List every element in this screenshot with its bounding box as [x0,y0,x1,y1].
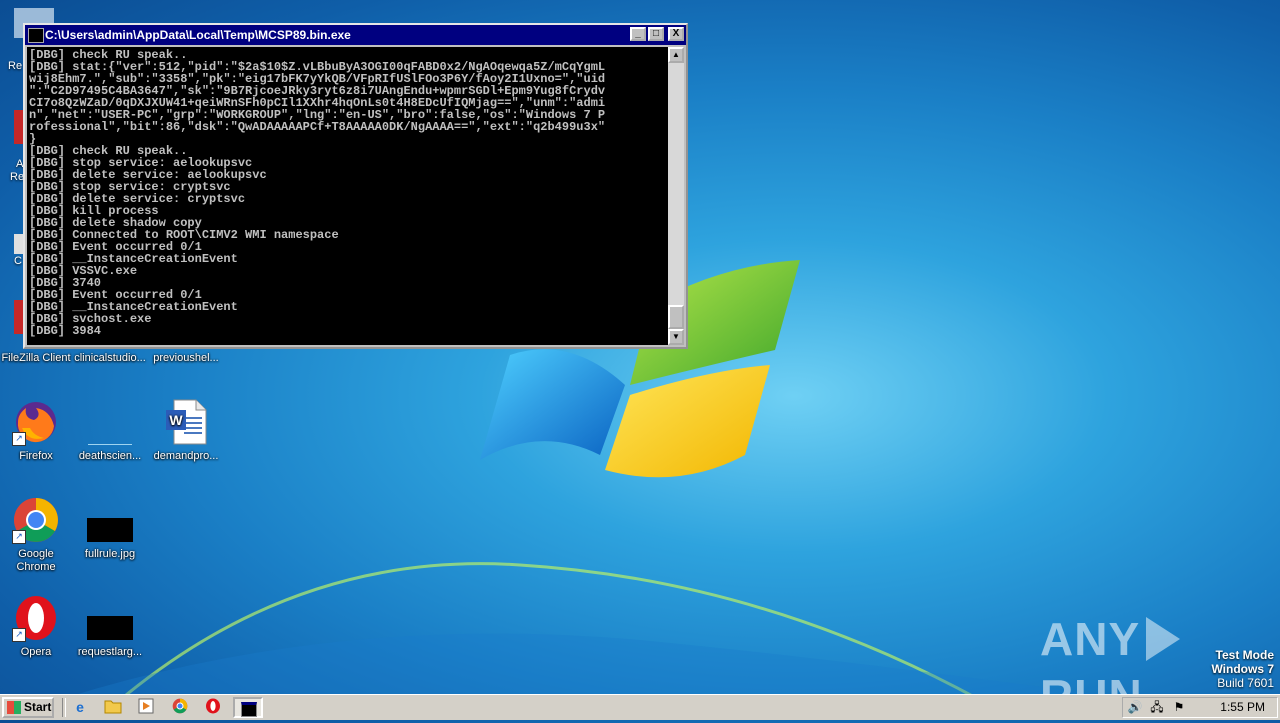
watermark-left: ANY [1040,613,1141,665]
chrome-taskbar-icon[interactable] [170,698,190,716]
ie-icon[interactable]: e [70,698,90,716]
system-tray: 🔊 🖧 ⚑ 1:55 PM [1122,697,1278,718]
icon-label: fullrule.jpg [84,548,136,560]
desktop-icon-chrome[interactable]: ↗ Google Chrome [0,496,72,574]
clock[interactable]: 1:55 PM [1220,698,1265,717]
icon-label: Opera [20,646,52,658]
icon-label: deathscien... [78,450,142,462]
console-line: [DBG] VSSVC.exe [29,264,138,278]
start-label: Start [24,700,52,714]
icon-label: previoushel... [153,352,219,364]
firefox-icon: ↗ [12,398,60,446]
partial-label: C [14,255,22,267]
partial-icon-column: Re A Re C [0,0,54,350]
taskbar: Start e 🔊 🖧 ⚑ 1:55 PM [0,694,1280,720]
minimize-button[interactable]: _ [630,27,646,41]
close-button[interactable]: X [668,27,684,41]
chrome-icon: ↗ [12,496,60,544]
scroll-thumb[interactable] [668,305,684,329]
icon-label: demandpro... [153,450,219,462]
icon-label: clinicalstudio... [74,352,146,364]
file-icon [86,398,134,446]
test-mode-line1: Test Mode [1215,648,1274,662]
start-button[interactable]: Start [2,697,54,718]
console-titlebar[interactable]: C:\Users\admin\AppData\Local\Temp\MCSP89… [25,25,686,45]
play-icon [1146,616,1181,661]
scroll-up-button[interactable]: ▲ [668,47,684,63]
console-window[interactable]: C:\Users\admin\AppData\Local\Temp\MCSP89… [23,23,688,349]
desktop-icon-deathscien[interactable]: deathscien... [74,398,146,463]
desktop-icon-previoushel[interactable]: previoushel... [150,352,222,365]
flag-icon[interactable]: ⚑ [1171,699,1187,715]
icon-label: Firefox [19,450,53,462]
icon-label: Google Chrome [16,548,56,573]
quicklaunch-divider [62,698,66,717]
desktop-icon-requestlarg[interactable]: requestlarg... [74,594,146,659]
image-file-icon [86,496,134,544]
console-line: [DBG] 3984 [29,324,102,338]
taskbar-console-button[interactable] [233,697,263,718]
volume-icon[interactable]: 🔊 [1127,699,1143,715]
icon-label: requestlarg... [77,646,143,658]
explorer-folder-icon[interactable] [103,698,123,716]
scroll-down-button[interactable]: ▼ [668,329,684,345]
console-taskbar-icon [241,702,257,717]
console-output[interactable]: [DBG] check RU speak.. [DBG] stat:{"ver":… [27,47,668,345]
media-player-icon[interactable] [136,698,156,716]
image-file-icon [86,594,134,642]
desktop-icon-firefox[interactable]: ↗ Firefox [0,398,72,463]
desktop-icon-filezilla[interactable]: FileZilla Client [0,352,72,365]
console-line: rofessional","bit":86,"dsk":"QwADAAAAAPC… [29,120,606,134]
console-scrollbar[interactable]: ▲ ▼ [668,47,684,345]
test-mode-notice: Test Mode Windows 7 Build 7601 [1211,648,1274,690]
opera-taskbar-icon[interactable] [203,698,223,716]
maximize-button[interactable]: □ [648,27,664,41]
desktop-icon-demandpro[interactable]: W demandpro... [150,398,222,463]
word-doc-icon: W [162,398,210,446]
console-app-icon[interactable] [28,28,44,43]
icon-label: FileZilla Client [1,352,71,364]
desktop-icon-fullrule[interactable]: fullrule.jpg [74,496,146,561]
svg-text:W: W [169,412,183,428]
partial-label: Re [8,60,23,72]
console-line: [DBG] svchost.exe [29,312,152,326]
test-mode-line2: Windows 7 [1211,662,1274,676]
test-mode-line3: Build 7601 [1217,676,1274,690]
console-title: C:\Users\admin\AppData\Local\Temp\MCSP89… [45,28,351,42]
network-icon[interactable]: 🖧 [1149,699,1165,715]
desktop-icon-clinicalstudio[interactable]: clinicalstudio... [74,352,146,365]
opera-icon: ↗ [12,594,60,642]
windows-flag-icon [7,701,21,714]
partial-label: Re [10,171,25,183]
desktop-icon-opera[interactable]: ↗ Opera [0,594,72,659]
